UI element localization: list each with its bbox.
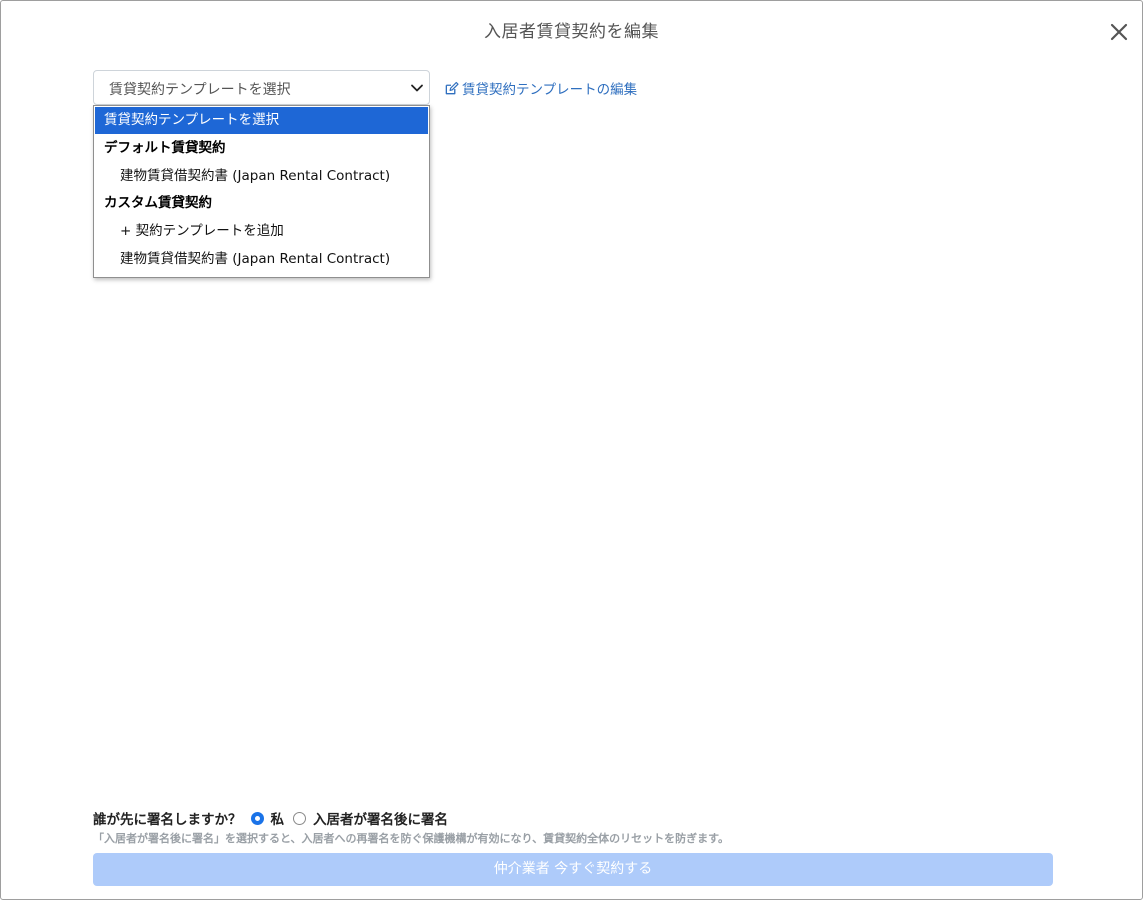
edit-lease-modal: 入居者賃貸契約を編集 賃貸契約テンプレートを選択 賃貸契約テンプレートの編集 賃… [0, 0, 1143, 900]
signing-order-question: 誰が先に署名しますか？ [93, 812, 242, 828]
dropdown-group-custom: カスタム賃貸契約 [104, 195, 212, 211]
close-icon [1110, 23, 1128, 41]
radio-me[interactable] [250, 811, 264, 825]
dropdown-option-custom-contract[interactable]: 建物賃貸借契約書 (Japan Rental Contract) [95, 246, 428, 273]
dropdown-group-default: デフォルト賃貸契約 [104, 140, 226, 156]
template-select-value: 賃貸契約テンプレートを選択 [109, 82, 291, 98]
radio-me-label[interactable]: 私 [271, 808, 285, 828]
radio-tenant-first-label[interactable]: 入居者が署名後に署名 [313, 808, 448, 828]
sign-now-button[interactable]: 仲介業者 今すぐ契約する [93, 853, 1053, 886]
radio-tenant-first[interactable] [293, 811, 306, 825]
signing-order-group: 誰が先に署名しますか？ 私 入居者が署名後に署名 [93, 808, 448, 828]
signing-order-hint: 「入居者が署名後に署名」を選択すると、入居者への再署名を防ぐ保護機構が有効になり… [93, 832, 730, 845]
dropdown-option-add-template[interactable]: + 契約テンプレートを追加 [95, 218, 428, 245]
edit-icon [445, 81, 459, 94]
dropdown-option-default-contract[interactable]: 建物賃貸借契約書 (Japan Rental Contract) [95, 163, 428, 190]
chevron-down-icon [411, 84, 423, 92]
dropdown-option-placeholder[interactable]: 賃貸契約テンプレートを選択 [95, 107, 428, 134]
template-dropdown-list: 賃貸契約テンプレートを選択 デフォルト賃貸契約 建物賃貸借契約書 (Japan … [93, 105, 430, 278]
close-button[interactable] [1108, 21, 1130, 43]
edit-template-link[interactable]: 賃貸契約テンプレートの編集 [444, 78, 637, 98]
modal-title: 入居者賃貸契約を編集 [484, 22, 659, 42]
edit-template-link-label: 賃貸契約テンプレートの編集 [462, 82, 638, 98]
template-select[interactable]: 賃貸契約テンプレートを選択 [93, 70, 430, 105]
